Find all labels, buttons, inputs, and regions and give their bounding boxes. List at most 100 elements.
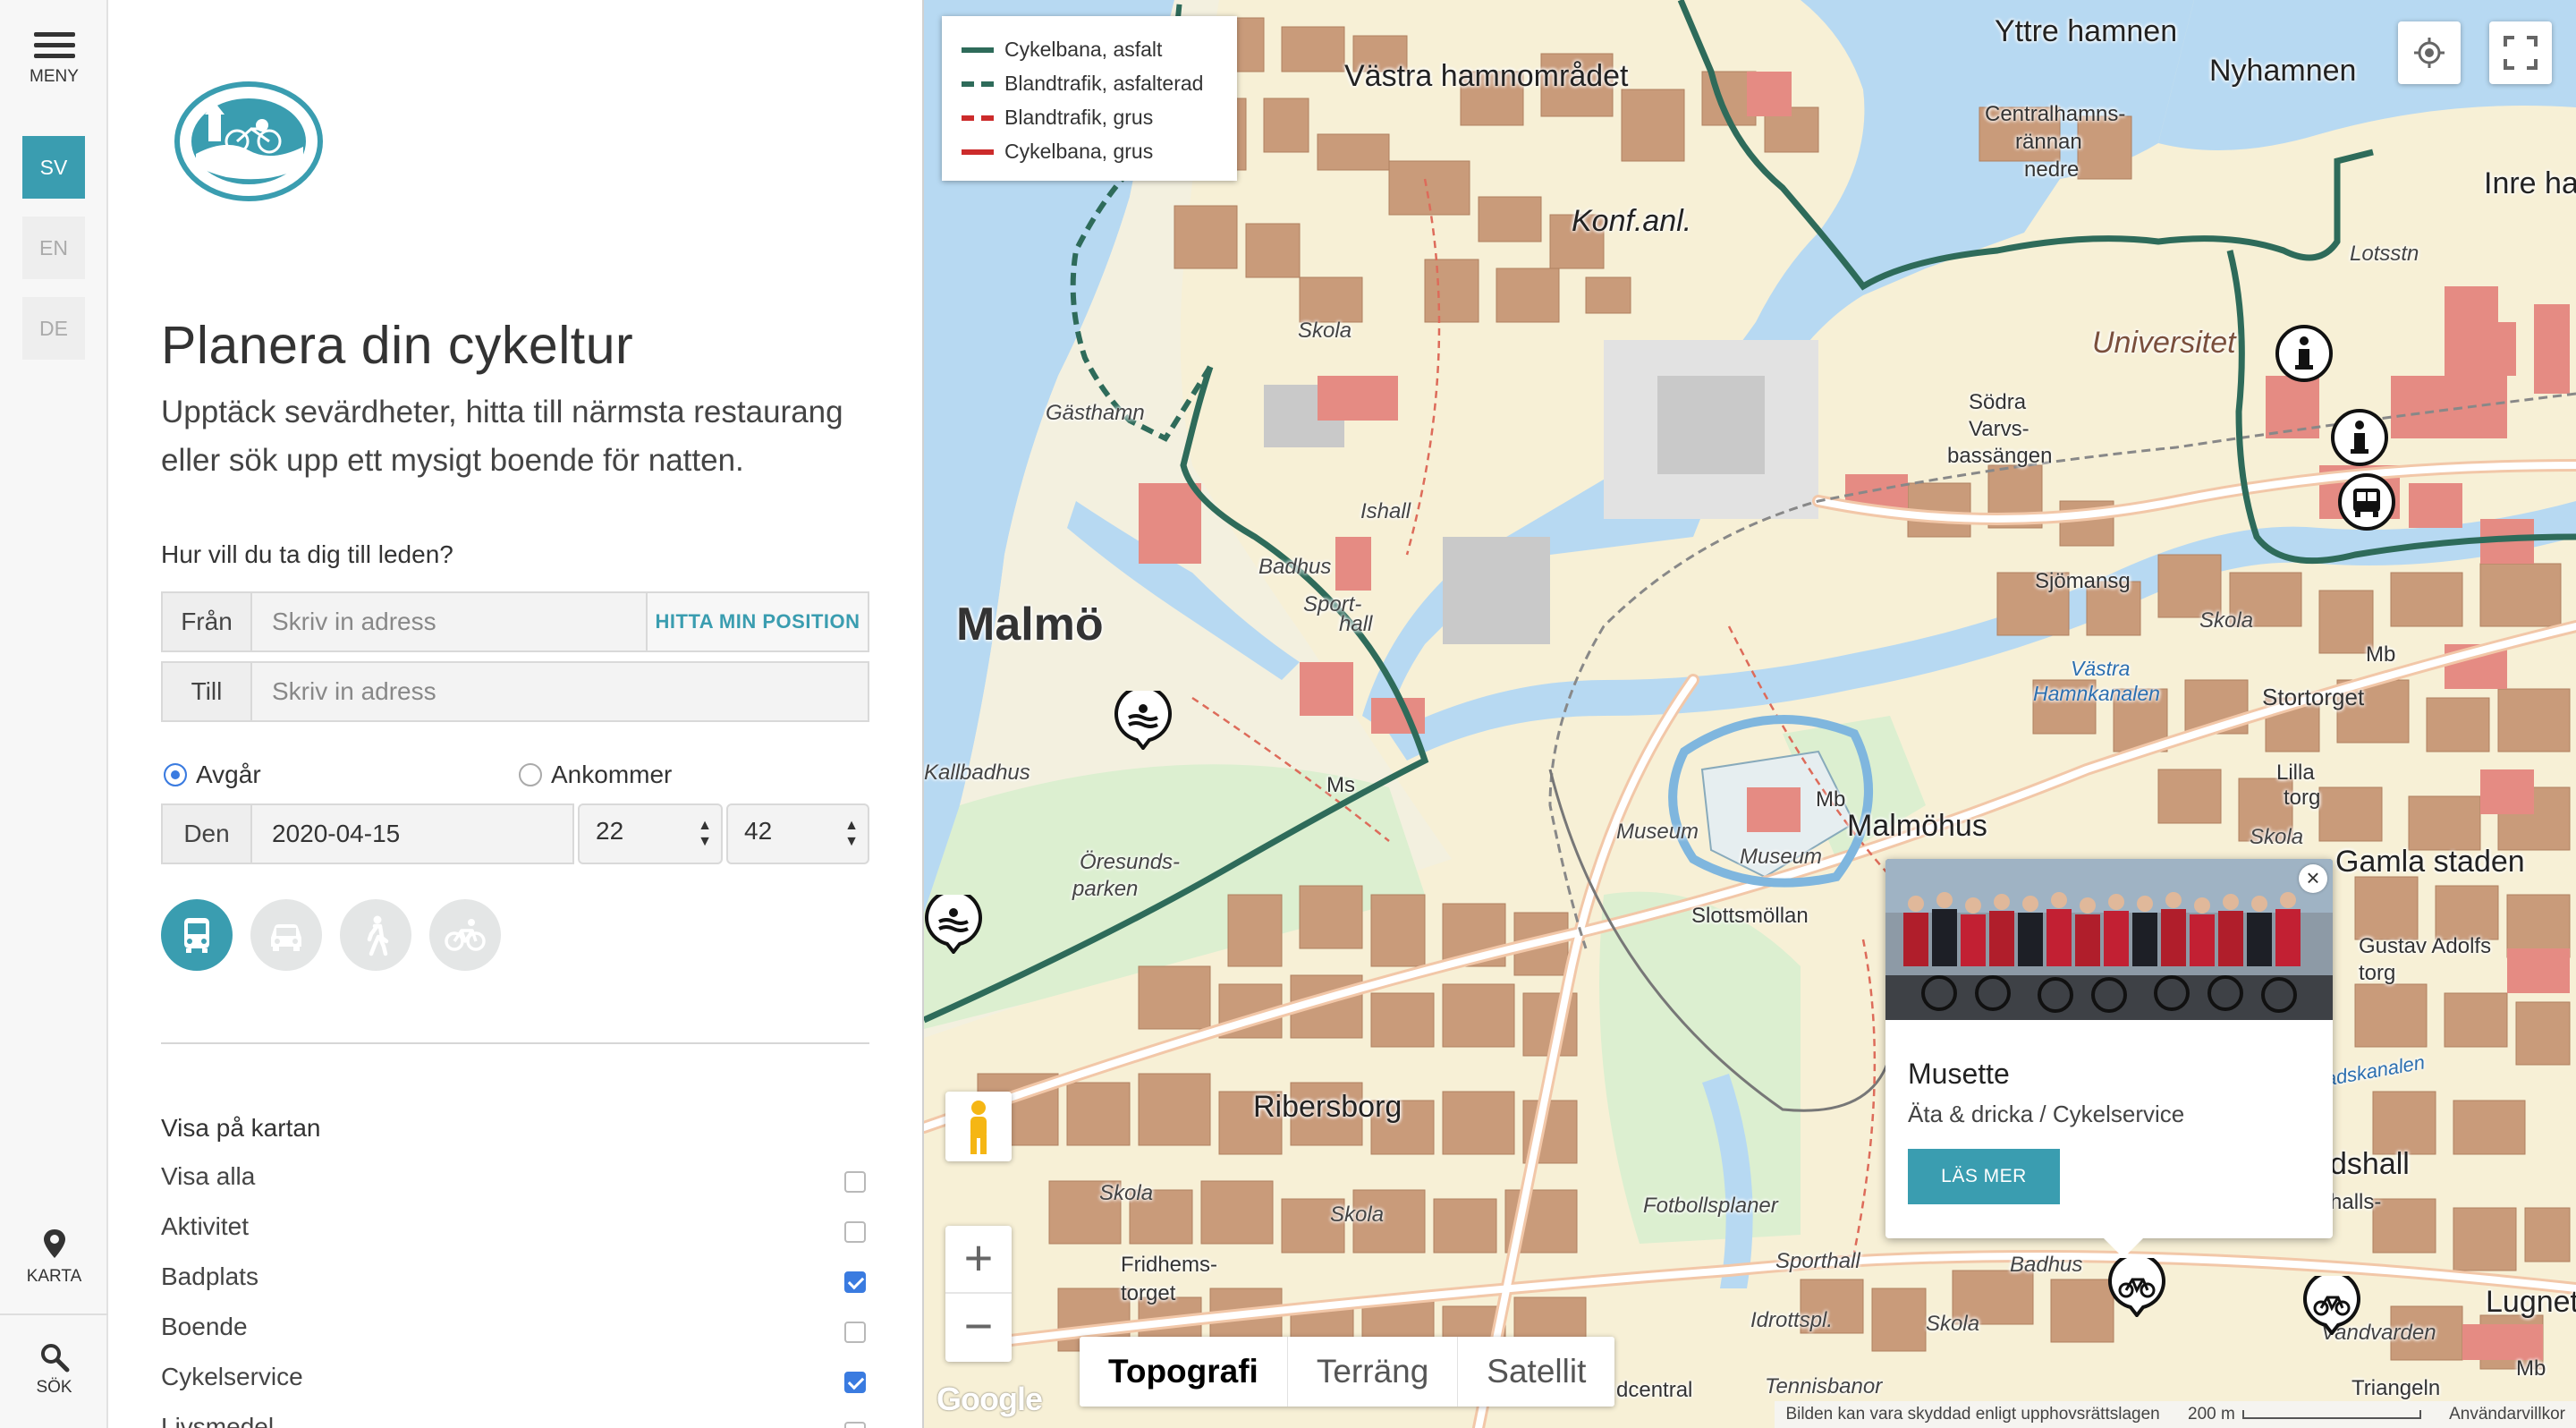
- search-icon: [40, 1344, 69, 1373]
- close-icon[interactable]: ×: [2299, 864, 2327, 893]
- language-de-button[interactable]: DE: [22, 297, 85, 360]
- map-nav-button[interactable]: KARTA: [0, 1228, 108, 1287]
- map-label-halls: halls-: [2330, 1190, 2382, 1214]
- filter-checkbox[interactable]: [844, 1372, 866, 1393]
- map-label-idrottspl: Idrottspl.: [1750, 1308, 1834, 1332]
- filter-checkbox[interactable]: [844, 1422, 866, 1428]
- filter-checkbox[interactable]: [844, 1322, 866, 1343]
- mode-car-button[interactable]: [250, 899, 322, 971]
- map-label-fotbollsplaner: Fotbollsplaner: [1643, 1194, 1778, 1218]
- map-label-varvs: Varvs-: [1969, 417, 2029, 441]
- map-label-skola-6: Skola: [1926, 1312, 1980, 1336]
- filter-row-boende[interactable]: Boende: [161, 1313, 869, 1345]
- map-label-museum-2: Museum: [1740, 845, 1823, 869]
- minute-select[interactable]: 42 ▲ ▼: [726, 803, 869, 864]
- map-label-fridhems: Fridhems-: [1121, 1253, 1218, 1277]
- terms-link[interactable]: Användarvillkor: [2449, 1405, 2565, 1424]
- depart-radio[interactable]: Avgår: [164, 761, 261, 789]
- zoom-out-button[interactable]: −: [945, 1294, 1012, 1362]
- arrive-radio[interactable]: Ankommer: [519, 761, 672, 789]
- page-title: Planera din cykeltur: [161, 316, 634, 375]
- menu-button[interactable]: MENY: [0, 32, 108, 87]
- cyclists-team-photo: [1885, 859, 2333, 1020]
- map-label-parken: parken: [1072, 877, 1139, 901]
- to-input[interactable]: Skriv in adress: [252, 663, 868, 720]
- map-label-stortorget: Stortorget: [2262, 684, 2365, 710]
- mode-bike-button[interactable]: [429, 899, 501, 971]
- filter-row-cykelservice[interactable]: Cykelservice: [161, 1363, 869, 1395]
- hamburger-icon: [33, 32, 75, 58]
- language-en-button[interactable]: EN: [22, 217, 85, 279]
- swimming-marker-icon[interactable]: [1114, 691, 1173, 750]
- info-marker-icon[interactable]: [2330, 408, 2389, 467]
- map-view[interactable]: Yttre hamnen Nyhamnen Västra hamnområdet…: [924, 0, 2576, 1428]
- street-view-pegman[interactable]: [945, 1092, 1012, 1161]
- bus-icon: [184, 918, 209, 953]
- filter-row-visa-alla[interactable]: Visa alla: [161, 1162, 869, 1194]
- filter-label: Visa alla: [161, 1162, 256, 1190]
- mode-walk-button[interactable]: [340, 899, 411, 971]
- map-label-gasthamn: Gästhamn: [1046, 401, 1145, 425]
- my-location-button[interactable]: [2398, 21, 2461, 84]
- find-my-position-button[interactable]: HITTA MIN POSITION: [646, 593, 868, 650]
- map-label-nedre: nedre: [2024, 157, 2080, 182]
- search-nav-button[interactable]: SÖK: [0, 1342, 108, 1398]
- map-label-badhus: Badhus: [1258, 555, 1332, 579]
- map-label-skola-3: Skola: [2250, 825, 2304, 849]
- bike-service-marker-icon[interactable]: [2302, 1276, 2361, 1335]
- bike-service-marker-icon[interactable]: [2107, 1258, 2166, 1317]
- map-attribution: Bilden kan vara skyddad enligt upphovsrä…: [1775, 1401, 2576, 1428]
- filter-checkbox[interactable]: [844, 1171, 866, 1193]
- legend-line-icon: [962, 115, 994, 121]
- map-label-sporthall: Sporthall: [1775, 1249, 1860, 1273]
- map-type-topografi[interactable]: Topografi: [1080, 1337, 1288, 1407]
- map-label-skola-4: Skola: [1099, 1181, 1154, 1205]
- bus-marker-icon[interactable]: [2337, 472, 2396, 531]
- from-field-row: Från Skriv in adress HITTA MIN POSITION: [161, 591, 869, 652]
- radio-selected-icon: [164, 763, 187, 786]
- mode-transit-button[interactable]: [161, 899, 233, 971]
- map-label-inre-hamnen: Inre ha: [2484, 166, 2576, 200]
- from-input[interactable]: Skriv in adress: [252, 593, 646, 650]
- map-label-malmo: Malmö: [956, 599, 1104, 650]
- map-label-badhus-2: Badhus: [2010, 1253, 2083, 1277]
- map-label-museum: Museum: [1616, 820, 1699, 844]
- read-more-button[interactable]: LÄS MER: [1908, 1149, 2060, 1204]
- hour-select[interactable]: 22 ▲ ▼: [578, 803, 723, 864]
- fullscreen-button[interactable]: [2489, 21, 2552, 84]
- filter-row-livsmedel[interactable]: Livsmedel: [161, 1413, 869, 1428]
- walk-icon: [367, 915, 389, 956]
- filter-checkbox[interactable]: [844, 1221, 866, 1243]
- rail-divider: [0, 1313, 108, 1315]
- zoom-control: + −: [945, 1226, 1012, 1362]
- map-type-satellit[interactable]: Satellit: [1458, 1337, 1614, 1407]
- page-subtitle: Upptäck sevärdheter, hitta till närmsta …: [161, 395, 843, 478]
- radio-unselected-icon: [519, 763, 542, 786]
- filter-checkbox[interactable]: [844, 1271, 866, 1293]
- date-input[interactable]: 2020-04-15: [250, 803, 574, 864]
- language-sv-button[interactable]: SV: [22, 136, 85, 199]
- info-marker-icon[interactable]: [2275, 324, 2334, 383]
- map-label-skola-2: Skola: [2199, 608, 2254, 633]
- map-label-tennisbanor: Tennisbanor: [1765, 1374, 1883, 1398]
- map-type-terrang[interactable]: Terräng: [1288, 1337, 1459, 1407]
- menu-label: MENY: [30, 67, 79, 86]
- filter-row-badplats[interactable]: Badplats: [161, 1262, 869, 1295]
- crosshair-icon: [2414, 38, 2445, 68]
- map-pin-icon: [43, 1229, 65, 1258]
- map-label-gustav-adolfs: Gustav Adolfs: [2359, 934, 2492, 958]
- map-label-konf: Konf.anl.: [1572, 204, 1692, 238]
- minute-value: 42: [744, 817, 773, 845]
- pegman-icon: [970, 1101, 987, 1154]
- legend-item: Cykelbana, grus: [962, 134, 1219, 168]
- filter-row-aktivitet[interactable]: Aktivitet: [161, 1212, 869, 1245]
- map-label-torg-2: torg: [2359, 961, 2396, 985]
- zoom-in-button[interactable]: +: [945, 1226, 1012, 1294]
- map-label-dcentral: dcentral: [1616, 1378, 1693, 1402]
- side-rail: MENY SV EN DE KARTA SÖK: [0, 0, 108, 1428]
- map-label-slottsmollan: Slottsmöllan: [1691, 904, 1809, 928]
- map-label-vastra-hamnomradet: Västra hamnområdet: [1344, 59, 1629, 93]
- scale-label[interactable]: 200 m: [2188, 1405, 2235, 1424]
- swimming-marker-icon[interactable]: [924, 895, 983, 954]
- filter-label: Boende: [161, 1313, 248, 1340]
